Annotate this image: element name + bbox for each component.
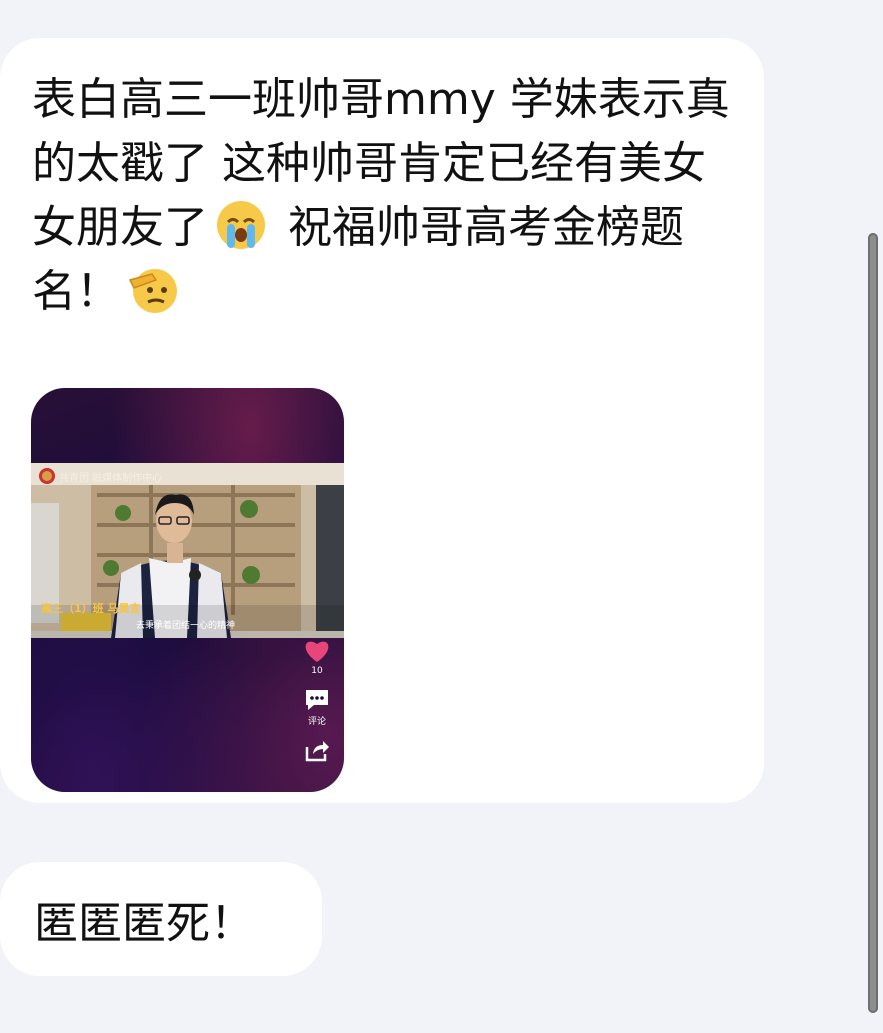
video-caption-name: 高三（1）班 马昊言 [41,602,141,615]
video-thumbnail[interactable]: 共青团 融媒体制作中心 高三（1）班 马昊言 去秉承着团结一心的精神 [31,463,344,638]
video-card[interactable]: 共青团 融媒体制作中心 高三（1）班 马昊言 去秉承着团结一心的精神 10 评论 [31,388,344,792]
chat-screen: 表白高三一班帅哥mmy 学妹表示真的太戳了 这种帅哥肯定已经有美女女朋友了 祝福… [0,0,883,1033]
reply-text: 匿匿匿死！ [34,898,254,949]
channel-name: 共青团 融媒体制作中心 [59,472,163,484]
scrollbar[interactable] [868,233,878,1013]
loudly-crying-face-emoji [217,201,265,249]
message-text: 表白高三一班帅哥mmy 学妹表示真的太戳了 这种帅哥肯定已经有美女女朋友了 祝福… [32,68,732,324]
comment-icon[interactable] [304,688,330,712]
like-count: 10 [311,666,323,676]
message-bubble[interactable]: 表白高三一班帅哥mmy 学妹表示真的太戳了 这种帅哥肯定已经有美女女朋友了 祝福… [0,38,764,803]
video-subtitle: 去秉承着团结一心的精神 [136,621,236,631]
video-actions: 10 评论 [300,638,334,763]
share-icon[interactable] [304,739,330,763]
channel-logo-icon [39,468,55,484]
reply-bubble[interactable]: 匿匿匿死！ [0,862,322,976]
heart-icon[interactable] [303,638,331,664]
comment-label: 评论 [307,717,326,727]
channel-watermark: 共青团 融媒体制作中心 [39,468,162,484]
saluting-face-emoji [128,269,177,313]
